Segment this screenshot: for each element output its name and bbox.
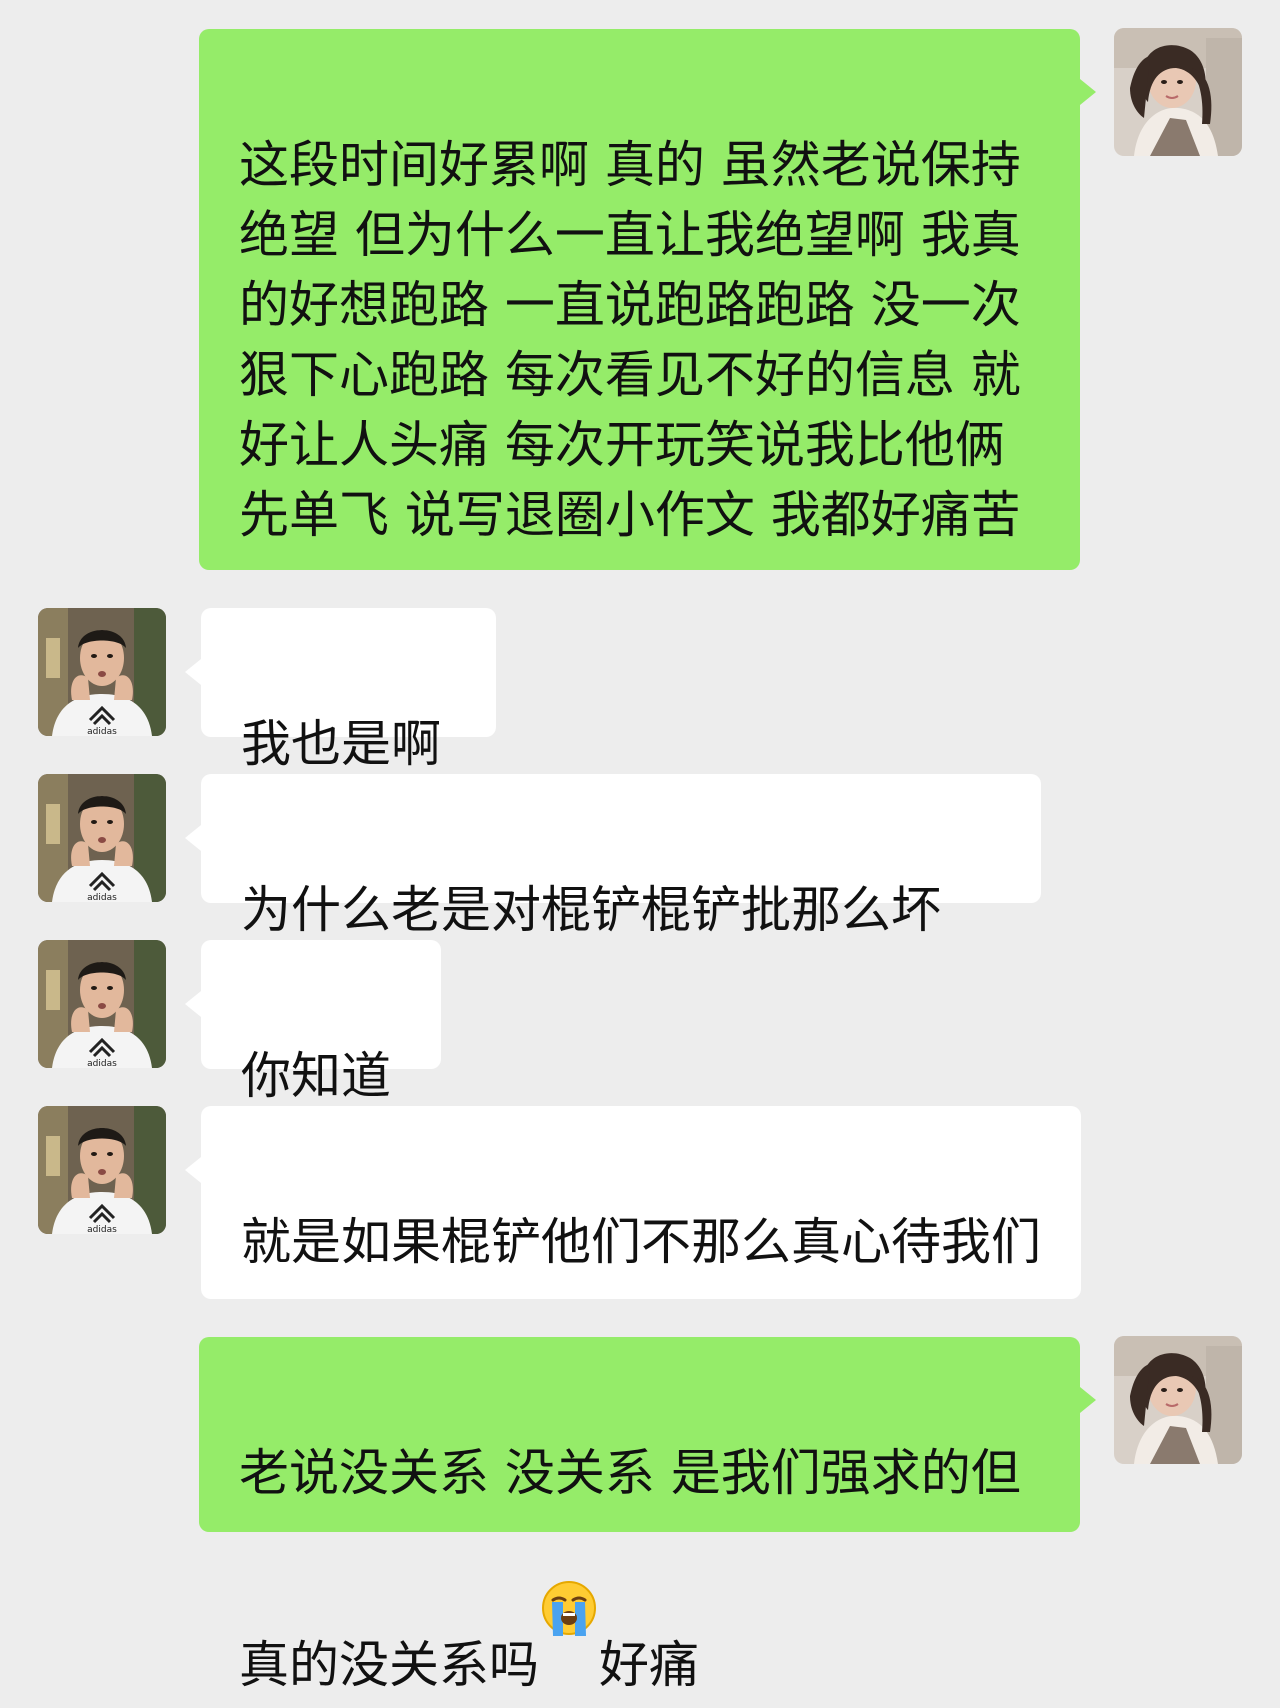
bubble-tail [185, 659, 201, 685]
contact-avatar[interactable]: adidas [38, 774, 166, 902]
bubble-tail [1080, 1387, 1096, 1413]
message-bubble[interactable]: 就是如果棍铲他们不那么真心待我们 [201, 1106, 1081, 1299]
message-bubble[interactable]: 你知道 [201, 940, 441, 1105]
self-avatar[interactable] [1114, 28, 1242, 156]
contact-avatar[interactable]: adidas [38, 1106, 166, 1234]
svg-text:adidas: adidas [87, 893, 117, 902]
contact-avatar-image: adidas [38, 774, 166, 902]
contact-avatar-image: adidas [38, 940, 166, 1068]
message-text: 我也是啊 [241, 715, 441, 773]
message-bubble[interactable]: 这段时间好累啊 真的 虽然老说保持绝望 但为什么一直让我绝望啊 我真的好想跑路 … [199, 29, 1080, 570]
message-bubble[interactable]: 我也是啊 [201, 608, 496, 773]
svg-text:adidas: adidas [87, 1225, 117, 1234]
message-text: 就是如果棍铲他们不那么真心待我们 [241, 1213, 1041, 1271]
bubble-tail [185, 825, 201, 851]
bubble-tail [185, 991, 201, 1017]
contact-avatar[interactable]: adidas [38, 608, 166, 736]
contact-avatar-image: adidas [38, 608, 166, 736]
svg-text:adidas: adidas [87, 1059, 117, 1068]
self-avatar-image [1114, 1336, 1242, 1464]
message-text: 为什么老是对棍铲棍铲批那么坏 [241, 881, 941, 939]
self-avatar-image [1114, 28, 1242, 156]
contact-avatar-image: adidas [38, 1106, 166, 1234]
message-text-suffix: 好痛 [599, 1636, 699, 1694]
message-text: 这段时间好累啊 真的 虽然老说保持绝望 但为什么一直让我绝望啊 我真的好想跑路 … [239, 136, 1021, 544]
bubble-tail [1080, 79, 1096, 105]
svg-text:adidas: adidas [87, 727, 117, 736]
message-bubble[interactable]: 老说没关系 没关系 是我们强求的但真的没关系吗 好痛 [199, 1337, 1080, 1694]
contact-avatar[interactable]: adidas [38, 940, 166, 1068]
loudly-crying-face-icon [539, 1508, 599, 1636]
bubble-tail [185, 1157, 201, 1183]
self-avatar[interactable] [1114, 1336, 1242, 1464]
message-bubble[interactable]: 为什么老是对棍铲棍铲批那么坏 [201, 774, 1041, 939]
message-text: 你知道 [241, 1047, 391, 1105]
